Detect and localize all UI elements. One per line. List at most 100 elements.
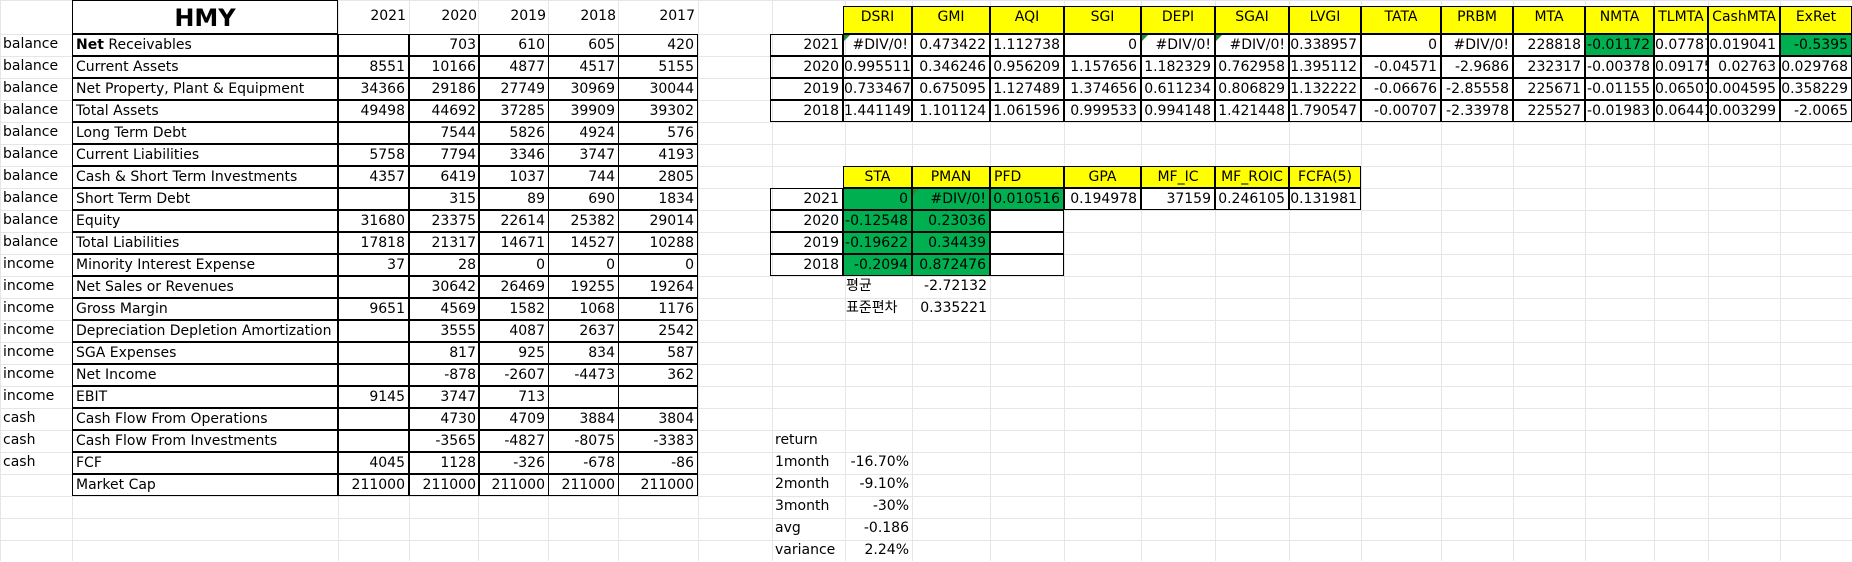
ratio-cell[interactable]: 0.995511 [843,56,912,78]
value-cell[interactable]: 690 [548,188,619,210]
category-label[interactable] [0,474,72,496]
ratio-cell[interactable]: #DIV/0! [1141,34,1215,56]
value-cell[interactable]: -86 [618,452,698,474]
year-header[interactable]: 2019 [478,6,549,28]
value-cell[interactable]: 420 [618,34,698,56]
value-cell[interactable] [338,430,409,452]
value-cell[interactable]: 30969 [548,78,619,100]
row-label[interactable]: EBIT [72,386,338,408]
category-label[interactable]: balance [0,78,72,100]
ratio-cell[interactable]: 1.061596 [990,100,1064,122]
ratio-cell[interactable]: 0.473422 [912,34,990,56]
ratio-cell[interactable]: 0.611234 [1141,78,1215,100]
ratio-cell[interactable]: -0.01155 [1585,78,1654,100]
value-cell[interactable]: 39909 [548,100,619,122]
value-cell[interactable]: 27749 [478,78,549,100]
return-title[interactable]: return [772,430,845,452]
value-cell[interactable] [338,188,409,210]
ratio-cell[interactable]: 1.132222 [1289,78,1361,100]
value-cell[interactable]: 5826 [478,122,549,144]
second-header[interactable]: GPA [1064,166,1141,188]
value-cell[interactable]: 1037 [478,166,549,188]
value-cell[interactable]: 89 [478,188,549,210]
second-header[interactable]: PMAN [912,166,990,188]
category-label[interactable]: balance [0,100,72,122]
value-cell[interactable]: 610 [478,34,549,56]
return-value[interactable]: -30% [845,496,912,518]
pfd-cell[interactable] [990,232,1064,254]
second-header[interactable]: FCFA(5) [1289,166,1361,188]
value-cell[interactable]: -326 [478,452,549,474]
ratio-header[interactable]: AQI [990,6,1064,34]
mfic-cell[interactable]: 37159 [1141,188,1215,210]
value-cell[interactable]: 605 [548,34,619,56]
row-label[interactable]: Equity [72,210,338,232]
ratio-cell[interactable]: -0.01983 [1585,100,1654,122]
category-label[interactable]: income [0,320,72,342]
ratio-cell[interactable]: 0.07787 [1654,34,1708,56]
std-value[interactable]: 0.335221 [912,298,990,320]
value-cell[interactable]: 44692 [409,100,480,122]
row-label[interactable]: Net Sales or Revenues [72,276,338,298]
value-cell[interactable]: 3346 [478,144,549,166]
second-year[interactable]: 2020 [770,210,843,232]
ratio-year[interactable]: 2018 [770,100,843,122]
ratio-cell[interactable]: 1.112738 [990,34,1064,56]
value-cell[interactable]: 2637 [548,320,619,342]
second-year[interactable]: 2021 [770,188,843,210]
value-cell[interactable]: 37285 [478,100,549,122]
value-cell[interactable]: 9145 [338,386,409,408]
value-cell[interactable]: 28 [409,254,480,276]
value-cell[interactable]: 587 [618,342,698,364]
return-value[interactable]: -16.70% [845,452,912,474]
value-cell[interactable]: -2607 [478,364,549,386]
ratio-cell[interactable]: 225671 [1513,78,1585,100]
fcfa-cell[interactable]: 0.131981 [1289,188,1361,210]
value-cell[interactable]: 3804 [618,408,698,430]
category-label[interactable]: cash [0,452,72,474]
ratio-cell[interactable]: 0.956209 [990,56,1064,78]
ratio-header[interactable]: SGAI [1215,6,1289,34]
return-value[interactable]: -9.10% [845,474,912,496]
category-label[interactable]: income [0,364,72,386]
return-label[interactable]: 3month [772,496,845,518]
value-cell[interactable]: 22614 [478,210,549,232]
ratio-cell[interactable]: 225527 [1513,100,1585,122]
second-year[interactable]: 2018 [770,254,843,276]
value-cell[interactable]: 23375 [409,210,480,232]
ratio-cell[interactable]: 0 [1064,34,1141,56]
value-cell[interactable]: 19255 [548,276,619,298]
category-label[interactable]: cash [0,430,72,452]
value-cell[interactable]: -4473 [548,364,619,386]
value-cell[interactable]: 576 [618,122,698,144]
value-cell[interactable]: 7544 [409,122,480,144]
pman-cell[interactable]: 0.23036 [912,210,990,232]
ratio-cell[interactable]: -2.9686 [1441,56,1513,78]
value-cell[interactable]: 21317 [409,232,480,254]
value-cell[interactable]: 211000 [618,474,698,496]
value-cell[interactable]: 3747 [548,144,619,166]
ratio-cell[interactable]: 0.999533 [1064,100,1141,122]
year-header[interactable]: 2017 [618,6,698,28]
value-cell[interactable]: 0 [548,254,619,276]
pfd-cell[interactable] [990,210,1064,232]
value-cell[interactable]: 4193 [618,144,698,166]
value-cell[interactable]: 211000 [478,474,549,496]
row-label[interactable]: Short Term Debt [72,188,338,210]
value-cell[interactable]: 315 [409,188,480,210]
return-label[interactable]: avg [772,518,845,540]
value-cell[interactable]: 4087 [478,320,549,342]
sta-cell[interactable]: -0.19622 [843,232,912,254]
ratio-header[interactable]: TATA [1361,6,1441,34]
ratio-cell[interactable]: 0.733467 [843,78,912,100]
ratio-cell[interactable]: -0.5395 [1780,34,1852,56]
ratio-header[interactable]: PRBM [1441,6,1513,34]
value-cell[interactable]: 834 [548,342,619,364]
value-cell[interactable]: 1582 [478,298,549,320]
row-label[interactable]: Minority Interest Expense [72,254,338,276]
value-cell[interactable]: 34366 [338,78,409,100]
ratio-cell[interactable]: -2.85558 [1441,78,1513,100]
ratio-cell[interactable]: 0.003299 [1708,100,1780,122]
ratio-cell[interactable]: -0.01172 [1585,34,1654,56]
value-cell[interactable]: -3383 [618,430,698,452]
